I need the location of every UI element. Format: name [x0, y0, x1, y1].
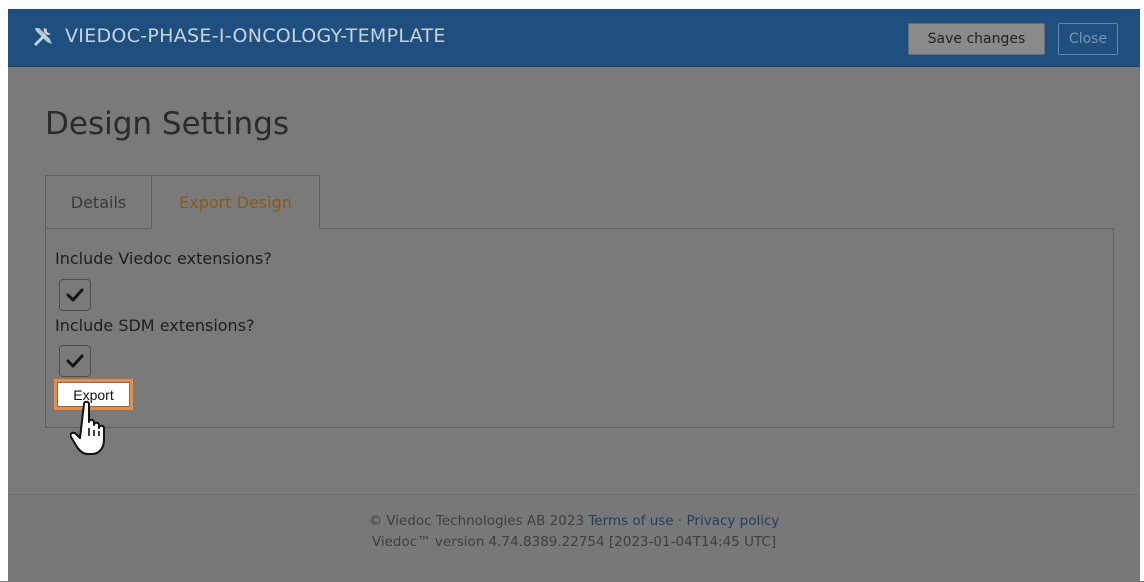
close-button[interactable]: Close [1058, 23, 1118, 55]
study-title: VIEDOC-PHASE-I-ONCOLOGY-TEMPLATE [65, 25, 446, 47]
page-title: Design Settings [45, 106, 290, 142]
terms-of-use-link[interactable]: Terms of use [588, 513, 673, 529]
checkmark-icon [66, 354, 84, 368]
sdm-extensions-label: Include SDM extensions? [55, 316, 255, 335]
checkmark-icon [66, 288, 84, 302]
hand-pointer-icon [70, 400, 105, 455]
tab-details[interactable]: Details [45, 175, 151, 229]
window-right-edge [1140, 0, 1144, 581]
sdm-extensions-checkbox[interactable] [59, 345, 91, 377]
copyright-text: © Viedoc Technologies AB 2023 [368, 513, 585, 529]
save-changes-button[interactable]: Save changes [908, 23, 1045, 55]
footer: © Viedoc Technologies AB 2023 Terms of u… [8, 494, 1140, 582]
version-text: Viedoc™ version 4.74.8389.22754 [2023-01… [371, 534, 777, 550]
viedoc-extensions-checkbox[interactable] [59, 279, 91, 311]
window-top-edge [0, 0, 1144, 9]
tools-icon [34, 28, 52, 46]
footer-separator: · [677, 513, 683, 529]
privacy-policy-link[interactable]: Privacy policy [687, 513, 780, 529]
header-bar: VIEDOC-PHASE-I-ONCOLOGY-TEMPLATE Save ch… [8, 9, 1140, 67]
viedoc-extensions-label: Include Viedoc extensions? [55, 249, 272, 268]
footer-links-line: © Viedoc Technologies AB 2023 Terms of u… [8, 513, 1140, 529]
window-left-edge [0, 0, 8, 581]
tab-export-design[interactable]: Export Design [151, 175, 320, 229]
